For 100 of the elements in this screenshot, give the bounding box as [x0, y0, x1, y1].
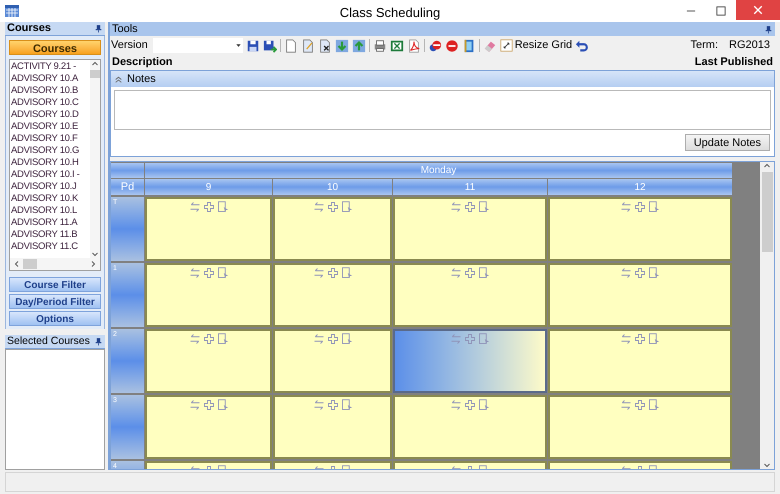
pin-icon[interactable]: [94, 24, 103, 33]
plus-icon[interactable]: [326, 399, 338, 411]
plus-icon[interactable]: [634, 201, 646, 213]
course-item[interactable]: ADVISORY 10.D: [11, 109, 79, 121]
pdf-icon[interactable]: [406, 38, 421, 52]
up-arrow-document-icon[interactable]: [352, 38, 366, 52]
plus-icon[interactable]: [634, 333, 646, 345]
course-item[interactable]: ADVISORY 11.A: [11, 217, 78, 229]
schedule-slot[interactable]: [393, 263, 547, 327]
document-pointer-icon[interactable]: [340, 333, 352, 345]
swap-arrows-icon[interactable]: [450, 267, 462, 279]
swap-arrows-icon[interactable]: [620, 333, 632, 345]
course-item[interactable]: ADVISORY 10.A: [11, 73, 78, 85]
swap-arrows-icon[interactable]: [312, 399, 324, 411]
scrollbar-thumb[interactable]: [762, 172, 772, 252]
spreadsheet-icon[interactable]: [390, 38, 404, 52]
schedule-slot[interactable]: [273, 263, 392, 327]
plus-icon[interactable]: [634, 267, 646, 279]
course-item[interactable]: ADVISORY 10.F: [11, 133, 78, 145]
schedule-slot[interactable]: [548, 197, 732, 261]
pin-icon[interactable]: [94, 337, 103, 346]
schedule-slot[interactable]: [548, 329, 732, 393]
schedule-slot[interactable]: [393, 329, 547, 393]
swap-arrows-icon[interactable]: [450, 201, 462, 213]
course-item[interactable]: ADVISORY 10.I -: [11, 169, 80, 181]
swap-arrows-icon[interactable]: [450, 333, 462, 345]
document-pointer-icon[interactable]: [340, 399, 352, 411]
document-pointer-icon[interactable]: [340, 201, 352, 213]
resize-grid-button[interactable]: Resize Grid: [500, 38, 572, 53]
swap-arrows-icon[interactable]: [188, 399, 200, 411]
swap-arrows-icon[interactable]: [188, 267, 200, 279]
plus-icon[interactable]: [464, 267, 476, 279]
save-all-icon[interactable]: [262, 38, 277, 52]
swap-arrows-icon[interactable]: [312, 267, 324, 279]
courses-button[interactable]: Courses: [9, 40, 101, 55]
notes-header[interactable]: Notes: [111, 71, 774, 87]
document-pointer-icon[interactable]: [340, 267, 352, 279]
printer-icon[interactable]: [372, 38, 387, 52]
document-pointer-icon[interactable]: [648, 267, 660, 279]
document-pointer-icon[interactable]: [216, 399, 228, 411]
plus-icon[interactable]: [202, 333, 214, 345]
schedule-slot[interactable]: [393, 395, 547, 459]
course-item[interactable]: ADVISORY 10.H: [11, 157, 79, 169]
scrollbar-thumb[interactable]: [90, 70, 100, 78]
schedule-slot[interactable]: [548, 395, 732, 459]
plus-icon[interactable]: [202, 399, 214, 411]
filter-button[interactable]: Day/Period Filter: [9, 294, 101, 309]
schedule-slot[interactable]: [145, 263, 272, 327]
plus-icon[interactable]: [464, 399, 476, 411]
document-pointer-icon[interactable]: [648, 333, 660, 345]
edit-document-icon[interactable]: [300, 38, 315, 52]
course-item[interactable]: ADVISORY 10.E: [11, 121, 78, 133]
document-pointer-icon[interactable]: [478, 201, 490, 213]
course-item[interactable]: ADVISORY 11.C: [11, 241, 78, 253]
plus-icon[interactable]: [202, 267, 214, 279]
document-pointer-icon[interactable]: [216, 267, 228, 279]
course-item[interactable]: ADVISORY 11.B: [11, 229, 78, 241]
document-icon[interactable]: [284, 38, 298, 52]
document-pointer-icon[interactable]: [216, 333, 228, 345]
swap-arrows-icon[interactable]: [312, 201, 324, 213]
course-item[interactable]: ADVISORY 10.G: [11, 145, 80, 157]
document-pointer-icon[interactable]: [478, 267, 490, 279]
course-item[interactable]: ACTIVITY 9.21 -: [11, 61, 76, 73]
scrollbar-thumb[interactable]: [23, 259, 37, 269]
save-icon[interactable]: [246, 38, 260, 52]
plus-icon[interactable]: [464, 333, 476, 345]
swap-arrows-icon[interactable]: [188, 333, 200, 345]
course-item[interactable]: ADVISORY 10.J: [11, 181, 76, 193]
schedule-slot[interactable]: [145, 197, 272, 261]
document-pointer-icon[interactable]: [478, 399, 490, 411]
scrollbar[interactable]: [10, 258, 100, 270]
course-item[interactable]: ADVISORY 10.L: [11, 205, 77, 217]
plus-icon[interactable]: [326, 201, 338, 213]
notes-field[interactable]: [114, 90, 771, 130]
swap-arrows-icon[interactable]: [450, 399, 462, 411]
pin-icon[interactable]: [764, 24, 773, 34]
swap-arrows-icon[interactable]: [312, 333, 324, 345]
document-pointer-icon[interactable]: [216, 201, 228, 213]
plus-icon[interactable]: [634, 399, 646, 411]
document-pointer-icon[interactable]: [648, 201, 660, 213]
swap-arrows-icon[interactable]: [620, 267, 632, 279]
filter-button[interactable]: Options: [9, 311, 101, 326]
schedule-slot[interactable]: [273, 329, 392, 393]
scrollbar[interactable]: [760, 162, 774, 469]
schedule-slot[interactable]: [273, 395, 392, 459]
swap-arrows-icon[interactable]: [620, 201, 632, 213]
swap-arrows-icon[interactable]: [620, 399, 632, 411]
undo-icon[interactable]: [575, 38, 590, 52]
close-button[interactable]: [736, 0, 780, 20]
plus-icon[interactable]: [464, 201, 476, 213]
plus-icon[interactable]: [326, 333, 338, 345]
course-item[interactable]: ADVISORY 10.K: [11, 193, 78, 205]
plus-icon[interactable]: [326, 267, 338, 279]
schedule-slot[interactable]: [273, 197, 392, 261]
document-pointer-icon[interactable]: [648, 399, 660, 411]
schedule-slot[interactable]: [145, 329, 272, 393]
schedule-slot[interactable]: [145, 395, 272, 459]
document-pointer-icon[interactable]: [478, 333, 490, 345]
filter-button[interactable]: Course Filter: [9, 277, 101, 292]
course-item[interactable]: ADVISORY 10.C: [11, 97, 79, 109]
